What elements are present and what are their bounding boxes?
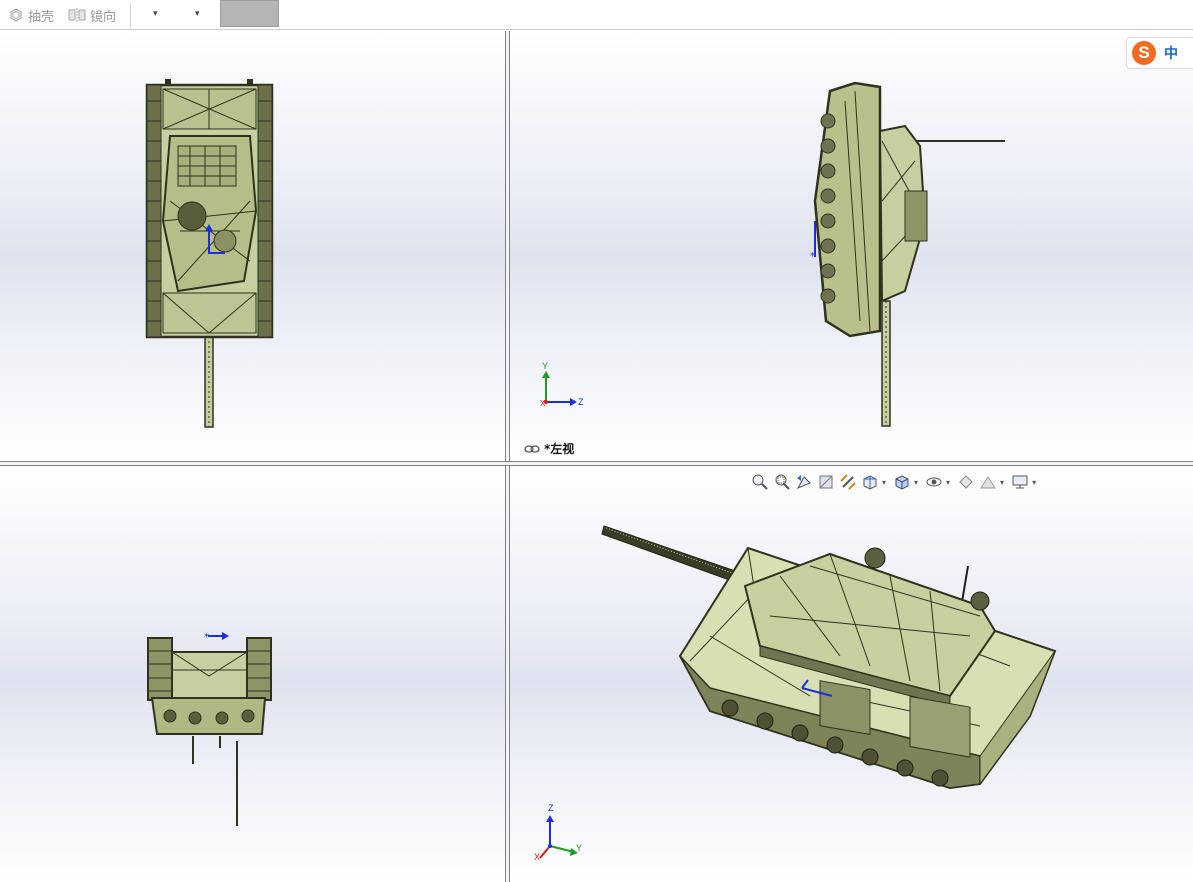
link-view-icon: [524, 444, 540, 453]
iso-triad-y-label: Y: [576, 843, 583, 853]
shell-label: 抽壳: [28, 8, 55, 24]
apply-scene-icon[interactable]: [978, 472, 998, 492]
viewport-top-view[interactable]: [0, 31, 505, 461]
ime-language-text: 中: [1164, 45, 1178, 61]
zoom-to-area-icon[interactable]: [772, 472, 792, 492]
display-style-icon[interactable]: [892, 472, 912, 492]
hide-show-items-icon[interactable]: [924, 472, 944, 492]
view-orientation-dropdown[interactable]: ▾: [882, 478, 886, 487]
display-style-dropdown[interactable]: ▾: [914, 478, 918, 487]
mirror-label: 镜向: [90, 8, 117, 24]
tank-front-view-model: *: [147, 632, 272, 826]
view-settings-icon[interactable]: [1010, 472, 1030, 492]
heads-up-view-toolbar: ▾ ▾ ▾ ▾ ▾: [750, 471, 1040, 493]
view-name-label: *左视: [524, 440, 574, 457]
triad-z-label: Z: [578, 397, 584, 407]
toolbar-gray-tab[interactable]: [220, 0, 279, 27]
toolbar-separator: [130, 3, 131, 27]
section-view-icon[interactable]: [816, 472, 836, 492]
mirror-button[interactable]: 镜向: [68, 6, 116, 24]
viewport-left-view[interactable]: * Y Z X *左视: [510, 31, 1193, 461]
shell-button[interactable]: 抽壳: [8, 6, 54, 24]
view-orientation-icon[interactable]: [860, 472, 880, 492]
sogou-logo-icon: S: [1132, 41, 1156, 65]
tank-top-view-model: [145, 79, 274, 428]
svg-text:*: *: [204, 632, 209, 643]
command-toolbar: 抽壳 镜向 ▾ ▾: [0, 0, 1193, 30]
svg-text:*: *: [810, 251, 815, 262]
edit-appearance-icon[interactable]: [956, 472, 976, 492]
triad-y-label: Y: [542, 361, 549, 371]
dropdown-arrow-1[interactable]: ▾: [153, 8, 158, 19]
zoom-to-fit-icon[interactable]: [750, 472, 770, 492]
viewport-front-view[interactable]: *: [0, 466, 505, 882]
tank-left-view-model: *: [542, 81, 1005, 427]
apply-scene-dropdown[interactable]: ▾: [1000, 478, 1004, 487]
viewport-isometric-view[interactable]: ▾ ▾ ▾ ▾ ▾ Z Y X: [510, 466, 1193, 882]
ime-indicator[interactable]: S 中: [1126, 37, 1193, 69]
iso-triad-x-label: X: [534, 852, 541, 862]
hide-show-dropdown[interactable]: ▾: [946, 478, 950, 487]
view-settings-dropdown[interactable]: ▾: [1032, 478, 1036, 487]
viewport-splitter-horizontal[interactable]: [0, 461, 1193, 466]
mirror-icon: [68, 8, 86, 22]
iso-triad-z-label: Z: [548, 803, 554, 813]
dynamic-annotation-icon[interactable]: [838, 472, 858, 492]
triad-x-label: X: [540, 399, 546, 408]
dropdown-arrow-2[interactable]: ▾: [195, 8, 200, 19]
shell-icon: [10, 8, 22, 22]
tank-isometric-model: [539, 525, 1057, 859]
previous-view-icon[interactable]: [794, 472, 814, 492]
viewport-splitter-vertical[interactable]: [505, 31, 510, 882]
view-name-text: *左视: [544, 442, 575, 456]
